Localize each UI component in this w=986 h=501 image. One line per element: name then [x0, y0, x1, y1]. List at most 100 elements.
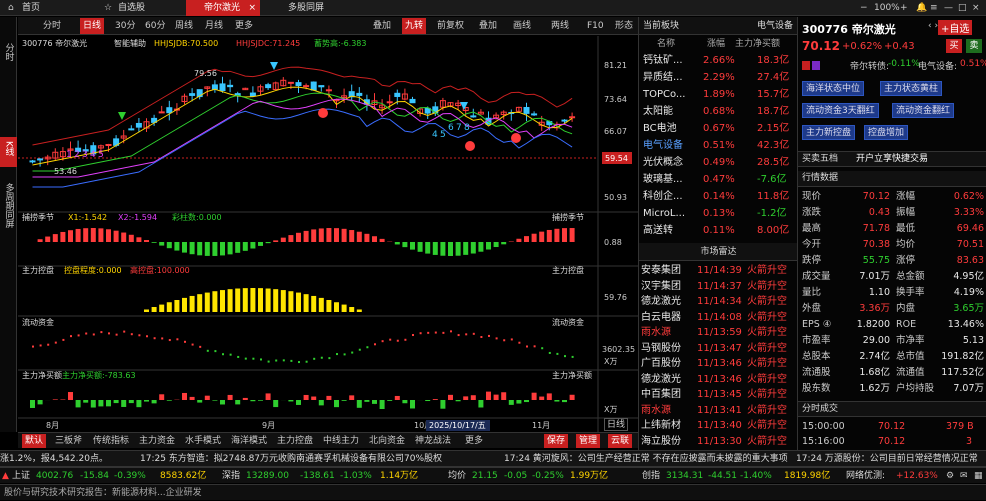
maximize-icon[interactable]: □ [958, 0, 967, 16]
radar-row[interactable]: 海立股份 11/13:30 火箭升空 [639, 434, 798, 450]
tb-nine[interactable]: 九转 [402, 18, 426, 34]
news-item-2[interactable]: 17:24 黄河旋风：公司生产经营正常 不存在应披露而未披露的重大事项 [504, 451, 788, 467]
grid-icon[interactable]: ▦ [974, 468, 983, 484]
open-account-link[interactable]: 开户立享快捷交易 [856, 152, 928, 167]
p3-dot [214, 350, 216, 352]
period-indicator[interactable]: 日线 [604, 418, 628, 431]
radar-row[interactable]: 安泰集团 11/14:39 火箭升空 [639, 263, 798, 279]
tag-liquid-3d[interactable]: 流动资金3天翻红 [802, 103, 879, 118]
ticker-name[interactable]: 上证 [12, 468, 30, 484]
tab-multi[interactable]: 多股同屏 [270, 0, 340, 16]
radar-row[interactable]: 广百股份 11/13:46 火箭升空 [639, 356, 798, 372]
buy-button[interactable]: 买 [946, 39, 962, 53]
radar-row[interactable]: 雨水源 11/13:41 火箭升空 [639, 403, 798, 419]
assist-label[interactable]: 智能辅助 [114, 38, 146, 48]
bt-ocean[interactable]: 海洋模式 [228, 434, 270, 448]
five-tab[interactable]: 买卖五档 [802, 152, 838, 167]
bt-sailor[interactable]: 水手模式 [182, 434, 224, 448]
sector-row[interactable]: 科创企... 0.14% 11.8亿 [639, 189, 798, 205]
bell-icon[interactable]: 🔔 [916, 0, 927, 16]
radar-row[interactable]: 中百集团 11/13:45 火箭升空 [639, 387, 798, 403]
minus-icon[interactable]: − [860, 0, 868, 16]
vtab-fenshi[interactable]: 分时 [0, 43, 17, 65]
p3-dot [450, 330, 452, 332]
tb-month[interactable]: 月线 [202, 18, 226, 34]
save-button[interactable]: 保存 [544, 434, 568, 448]
sector-row[interactable]: MicroL... 0.13% -1.2亿 [639, 206, 798, 222]
sector-row[interactable]: 玻璃基... 0.47% -7.6亿 [639, 172, 798, 188]
quote-row: 跌停 55.75 涨停 83.63 [798, 253, 986, 268]
tb-30min[interactable]: 30分 [112, 18, 138, 34]
tb-more[interactable]: 更多 [232, 18, 256, 34]
tb-twolines[interactable]: 两线 [548, 18, 572, 34]
tb-day[interactable]: 日线 [80, 18, 104, 34]
add-watch-button[interactable]: +自选 [938, 20, 972, 35]
sector-selector[interactable]: 电气设备 [757, 17, 793, 35]
tag-main-yellow[interactable]: 主力状态黄柱 [880, 81, 942, 96]
tab-stock[interactable]: 帝尔激光× [186, 0, 260, 16]
p3-dot [389, 339, 391, 341]
kline-chart[interactable]: 300776 帝尔激光 智能辅助 HHJSJDB:70.500 HHJSJDC:… [18, 36, 638, 432]
plus-icon[interactable]: + [900, 0, 908, 16]
sector-row[interactable]: 高送转 0.11% 8.00亿 [639, 223, 798, 239]
sector-row[interactable]: 异质结... 2.29% 27.4亿 [639, 70, 798, 86]
tb-adjust[interactable]: 前复权 [434, 18, 467, 34]
tag-new-control[interactable]: 主力新控盘 [802, 125, 855, 140]
close-window-icon[interactable]: × [972, 0, 980, 16]
menu-icon[interactable]: ≡ [930, 0, 938, 16]
close-icon[interactable]: × [248, 0, 256, 16]
p1-bar [311, 229, 316, 242]
radar-row[interactable]: 马钢股份 11/13:47 火箭升空 [639, 341, 798, 357]
manage-button[interactable]: 管理 [576, 434, 600, 448]
sector-row[interactable]: 电气设备 0.51% 42.3亿 [639, 138, 798, 154]
tb-f10[interactable]: F10 [584, 18, 607, 34]
tag-control-up[interactable]: 控盘增加 [864, 125, 908, 140]
vtab-kline[interactable]: K线 [0, 137, 17, 167]
sell-button[interactable]: 卖 [966, 39, 982, 53]
minimize-icon[interactable]: — [944, 0, 953, 16]
bt-sanbanfu[interactable]: 三板斧 [52, 434, 85, 448]
tb-overlay[interactable]: 叠加 [370, 18, 394, 34]
settings-icon[interactable]: ⚙ [946, 468, 954, 484]
tb-fenshi[interactable]: 分时 [40, 18, 64, 34]
tb-stack[interactable]: 叠加 [476, 18, 500, 34]
sector-row[interactable]: BC电池 0.67% 2.15亿 [639, 121, 798, 137]
radar-row[interactable]: 雨水源 11/13:59 火箭升空 [639, 325, 798, 341]
quote-row: 成交量 7.01万 总金额 4.95亿 [798, 269, 986, 284]
chat-icon[interactable]: ✉ [960, 468, 968, 484]
sector-row[interactable]: TOPCo... 1.89% 15.7亿 [639, 87, 798, 103]
tb-pattern[interactable]: 形态 [612, 18, 636, 34]
ticker-name[interactable]: 均价 [448, 468, 466, 484]
vtab-multi-period[interactable]: 多周期同屏 [0, 183, 17, 232]
sector-row[interactable]: 太阳能 0.68% 18.7亿 [639, 104, 798, 120]
bt-more[interactable]: 更多 [462, 434, 486, 448]
bt-shenlong[interactable]: 神龙战法 [412, 434, 454, 448]
bt-capital[interactable]: 主力资金 [136, 434, 178, 448]
ticker-name[interactable]: 创指 [642, 468, 660, 484]
tag-liquid-red[interactable]: 流动资金翻红 [892, 103, 954, 118]
tag-ocean[interactable]: 海洋状态中位 [802, 81, 864, 96]
sector-row[interactable]: 钙钛矿... 2.66% 18.3亿 [639, 53, 798, 69]
bt-midline[interactable]: 中线主力 [320, 434, 362, 448]
cloud-button[interactable]: 云联 [608, 434, 632, 448]
radar-row[interactable]: 汉宇集团 11/14:37 火箭升空 [639, 279, 798, 295]
tab-home[interactable]: ⌂首页 [4, 0, 64, 16]
p2-bar [212, 291, 217, 312]
tab-watchlist[interactable]: ☆自选股 [100, 0, 160, 16]
ticker-name[interactable]: 深指 [222, 468, 240, 484]
sector-row[interactable]: 光伏概念 0.49% 28.5亿 [639, 155, 798, 171]
news-item-3[interactable]: 17:24 万源股份：公司目前日常经营情况正常 [796, 451, 986, 467]
radar-row[interactable]: 德龙激光 11/14:34 火箭升空 [639, 294, 798, 310]
bt-control[interactable]: 主力控盘 [274, 434, 316, 448]
bt-north[interactable]: 北向资金 [366, 434, 408, 448]
candle [304, 86, 309, 87]
tb-draw[interactable]: 画线 [510, 18, 534, 34]
radar-row[interactable]: 白云电器 11/14:08 火箭升空 [639, 310, 798, 326]
bt-traditional[interactable]: 传统指标 [90, 434, 132, 448]
bt-default[interactable]: 默认 [22, 434, 46, 448]
tb-week[interactable]: 周线 [172, 18, 196, 34]
news-item-1[interactable]: 17:25 东方智造：拟2748.87万元收购南通赛孚机械设备有限公司70%股权 [140, 451, 442, 467]
radar-row[interactable]: 上纬新材 11/13:40 火箭升空 [639, 418, 798, 434]
tb-60min[interactable]: 60分 [142, 18, 168, 34]
radar-row[interactable]: 德龙激光 11/13:46 火箭升空 [639, 372, 798, 388]
